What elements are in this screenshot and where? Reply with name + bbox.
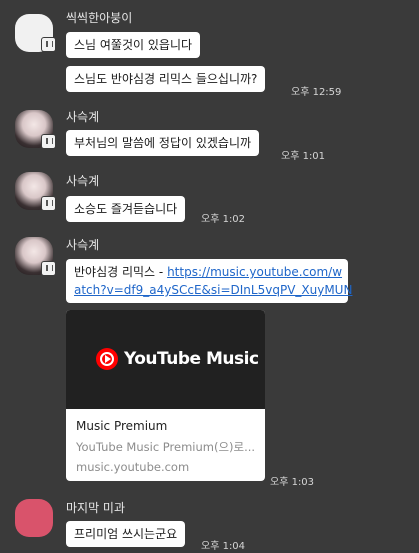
message-bubble[interactable]: 스님 여쭐것이 있읍니다 [66, 32, 201, 58]
chat-log: 씩씩한아붕이 스님 여쭐것이 있읍니다 스님도 반야심경 리믹스 들으십니까? … [0, 0, 419, 553]
youtube-music-logo-icon [96, 348, 118, 370]
message-bubble[interactable]: 스님도 반야심경 리믹스 들으십니까? [66, 66, 266, 92]
message-time: 오후 1:04 [201, 541, 246, 552]
sender-name: 사슥계 [66, 110, 100, 124]
sender-name: 사슥계 [66, 238, 100, 252]
sender-name: 씩씩한아붕이 [66, 11, 133, 25]
profile-badge-icon [41, 37, 56, 52]
youtube-link-continued[interactable]: atch?v=df9_a4ySCcE&si=DInL5vqPV_XuyMUN [74, 283, 352, 297]
profile-badge-icon [41, 196, 56, 211]
youtube-link[interactable]: https://music.youtube.com/w [167, 265, 342, 279]
profile-badge-icon [41, 261, 56, 276]
link-preview-domain: music.youtube.com [76, 460, 190, 474]
sender-name: 마지막 미과 [66, 501, 126, 515]
link-preview-title: Music Premium [76, 419, 168, 433]
youtube-music-wordmark: YouTube Music [124, 349, 259, 369]
message-bubble[interactable]: 프리미엄 쓰시는군요 [66, 521, 186, 547]
link-message-bubble[interactable]: 반야심경 리믹스 - https://music.youtube.com/w a… [66, 259, 352, 303]
message-time: 오후 12:59 [291, 87, 342, 98]
message-bubble[interactable]: 소승도 즐겨듣습니다 [66, 196, 186, 222]
message-time: 오후 1:02 [201, 214, 246, 225]
profile-badge-icon [41, 134, 56, 149]
link-preview-thumbnail: YouTube Music [66, 310, 265, 409]
message-time: 오후 1:03 [270, 477, 315, 488]
message-time: 오후 1:01 [281, 151, 326, 162]
link-message-prefix: 반야심경 리믹스 - [74, 265, 168, 279]
message-bubble[interactable]: 부처님의 말씀에 정답이 있겠습니까 [66, 130, 260, 156]
link-preview-description: YouTube Music Premium(으)로... [76, 440, 256, 454]
link-preview-card[interactable]: YouTube Music Music Premium YouTube Musi… [66, 310, 265, 481]
avatar[interactable] [15, 499, 53, 537]
sender-name: 사슥계 [66, 174, 100, 188]
